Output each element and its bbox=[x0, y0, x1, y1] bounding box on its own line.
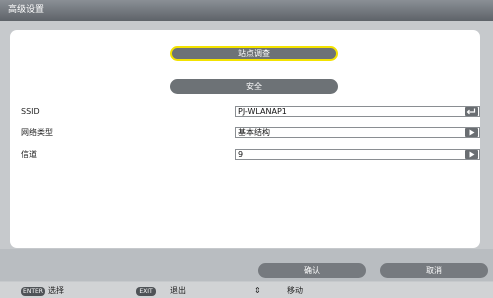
settings-panel bbox=[10, 30, 480, 248]
cancel-button[interactable]: 取消 bbox=[380, 263, 488, 278]
ok-button[interactable]: 确认 bbox=[258, 263, 366, 278]
return-arrow-icon[interactable] bbox=[465, 107, 478, 116]
play-triangle-icon[interactable] bbox=[465, 150, 478, 159]
network-type-label: 网络类型 bbox=[21, 128, 53, 137]
network-type-field[interactable]: 基本结构 bbox=[235, 127, 480, 138]
ssid-value: PJ-WLANAP1 bbox=[238, 107, 287, 116]
exit-hint-label: 退出 bbox=[170, 286, 186, 295]
channel-label: 信道 bbox=[21, 150, 37, 159]
title-bar: 高级设置 bbox=[0, 0, 493, 21]
enter-hint-label: 选择 bbox=[48, 286, 64, 295]
move-hint-label: 移动 bbox=[287, 286, 303, 295]
channel-value: 9 bbox=[238, 150, 244, 159]
play-triangle-icon[interactable] bbox=[465, 128, 478, 137]
network-type-value: 基本结构 bbox=[238, 128, 270, 137]
tab-security[interactable]: 安全 bbox=[170, 79, 338, 94]
ssid-label: SSID bbox=[21, 107, 40, 116]
ssid-field[interactable]: PJ-WLANAP1 bbox=[235, 106, 480, 117]
exit-key-icon: EXIT bbox=[136, 287, 156, 296]
footer-hint-bar bbox=[0, 282, 493, 298]
window-title: 高级设置 bbox=[8, 5, 45, 15]
move-arrows-icon: ⇕ bbox=[254, 286, 261, 295]
enter-key-icon: ENTER bbox=[21, 287, 45, 296]
channel-field[interactable]: 9 bbox=[235, 149, 480, 160]
tab-site-survey[interactable]: 站点调查 bbox=[170, 46, 338, 61]
